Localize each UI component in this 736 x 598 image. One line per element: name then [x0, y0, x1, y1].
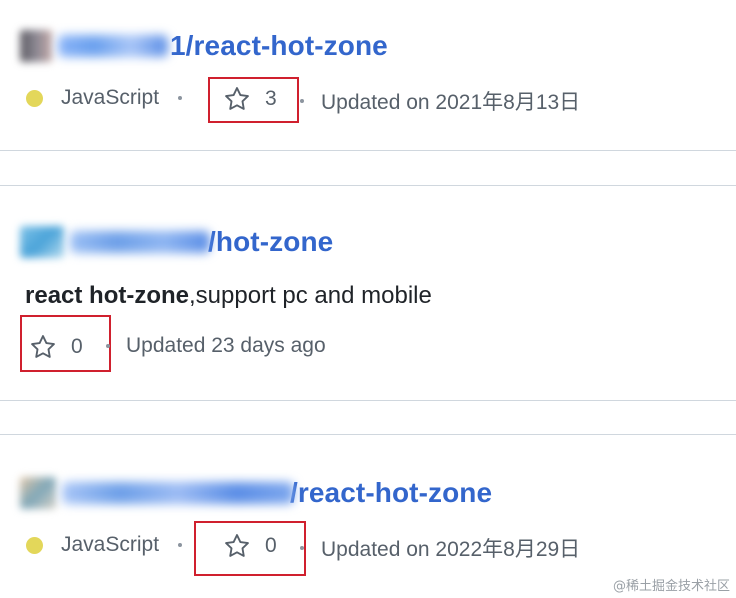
repo-title-1[interactable]: 1/react-hot-zone [20, 30, 388, 62]
star-count: 0 [71, 335, 83, 358]
star-icon [222, 85, 252, 113]
avatar[interactable] [20, 226, 64, 258]
repo-title-2[interactable]: /hot-zone [20, 226, 333, 258]
watermark: @稀土掘金技术社区 [612, 579, 730, 594]
updated-label: Updated 23 days ago [126, 334, 326, 357]
repo-card-2: /hot-zone react hot-zone,support pc and … [0, 186, 736, 400]
repo-card-1: 1/react-hot-zone JavaScript 3 Updated on… [0, 0, 736, 150]
avatar[interactable] [20, 477, 56, 509]
card-separator [0, 400, 736, 435]
star-count: 0 [265, 534, 277, 557]
repo-meta-1: JavaScript [26, 86, 183, 110]
avatar[interactable] [20, 30, 52, 62]
separator-dot [178, 96, 183, 100]
updated-meta-1: Updated on 2021年8月13日 [300, 86, 580, 116]
updated-meta-2: Updated 23 days ago [106, 334, 326, 358]
updated-meta-3: Updated on 2022年8月29日 [300, 533, 580, 563]
card-separator [0, 150, 736, 186]
star-count-button[interactable]: 0 [28, 333, 83, 361]
star-count-button[interactable]: 0 [222, 532, 277, 560]
updated-label: Updated on 2021年8月13日 [321, 91, 581, 114]
description-rest: ,support pc and mobile [189, 282, 432, 309]
owner-name-blurred[interactable] [70, 231, 210, 253]
star-icon [28, 333, 58, 361]
repo-description: react hot-zone,support pc and mobile [25, 282, 432, 310]
language-color-dot [26, 89, 43, 107]
repo-meta-3: JavaScript [26, 533, 183, 557]
separator-dot [300, 546, 304, 550]
updated-label: Updated on 2022年8月29日 [321, 538, 581, 561]
repo-title-3[interactable]: /react-hot-zone [20, 477, 492, 509]
repo-card-3: /react-hot-zone JavaScript 0 Updated on … [0, 435, 736, 598]
language-label: JavaScript [61, 533, 160, 556]
separator-dot [178, 543, 183, 547]
owner-name-blurred[interactable] [58, 35, 168, 57]
star-icon [222, 532, 252, 560]
repo-name-link[interactable]: 1/react-hot-zone [170, 30, 388, 62]
repo-name-link[interactable]: /react-hot-zone [290, 477, 492, 509]
description-bold: react hot-zone [25, 282, 190, 309]
language-label: JavaScript [61, 86, 160, 109]
star-count-button[interactable]: 3 [222, 85, 277, 113]
owner-name-blurred[interactable] [62, 482, 294, 504]
separator-dot [106, 344, 110, 348]
separator-dot [300, 99, 304, 103]
language-color-dot [26, 536, 43, 554]
star-count: 3 [265, 87, 277, 110]
repo-name-link[interactable]: /hot-zone [208, 226, 333, 258]
